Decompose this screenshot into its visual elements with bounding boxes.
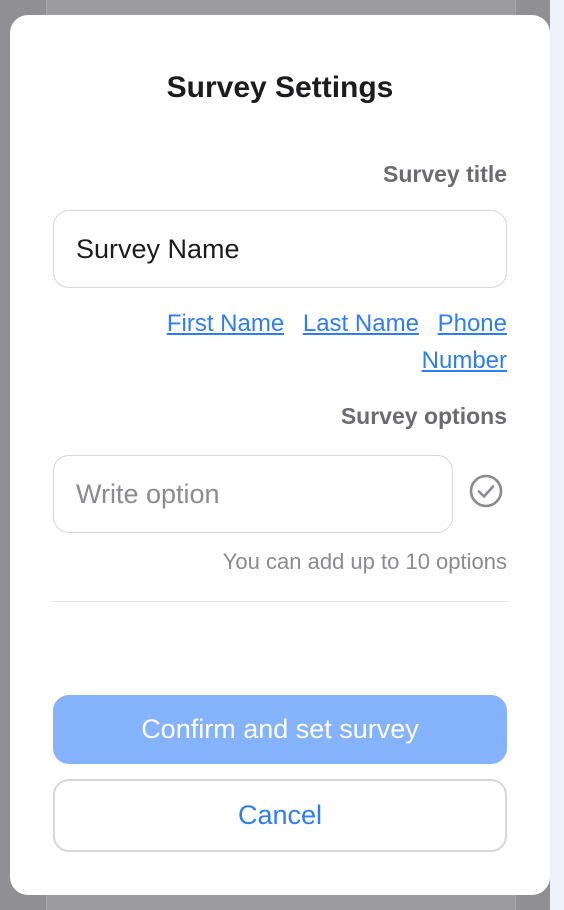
options-limit-hint: You can add up to 10 options <box>222 549 507 574</box>
survey-title-label: Survey title <box>383 161 507 187</box>
cancel-button[interactable]: Cancel <box>53 779 507 852</box>
survey-settings-modal: Survey Settings Survey title First Name … <box>10 15 550 895</box>
confirm-survey-button[interactable]: Confirm and set survey <box>53 695 507 764</box>
title-token-links: First Name Last Name Phone Number <box>127 305 507 379</box>
survey-title-input[interactable] <box>53 210 507 288</box>
first-name-token-link[interactable]: First Name <box>167 310 284 337</box>
phone-number-token-link[interactable]: Phone Number <box>422 310 507 374</box>
background-page-edge <box>550 0 564 910</box>
survey-options-label: Survey options <box>340 403 507 429</box>
survey-option-input[interactable] <box>53 455 453 533</box>
last-name-token-link[interactable]: Last Name <box>303 310 419 337</box>
divider <box>53 601 507 602</box>
check-circle-icon[interactable] <box>469 474 503 508</box>
modal-title: Survey Settings <box>166 71 394 104</box>
